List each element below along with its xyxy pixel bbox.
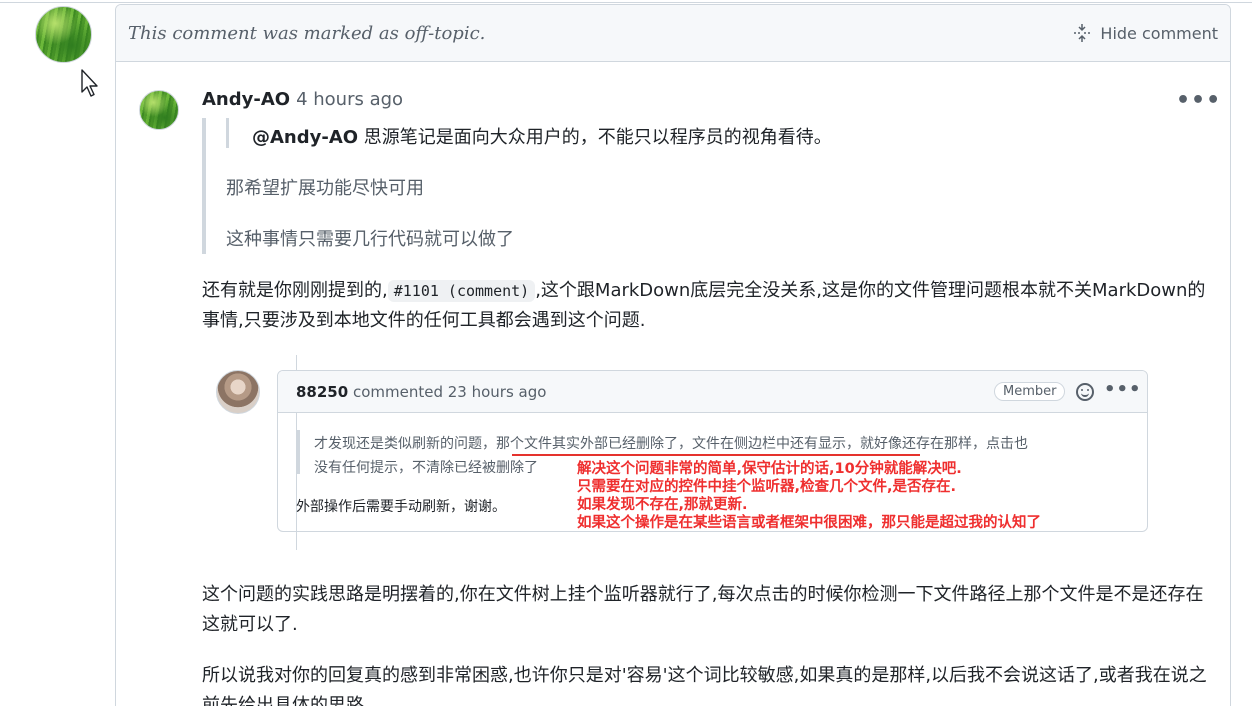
hide-comment-button[interactable]: Hide comment xyxy=(1072,23,1218,43)
member-badge: Member xyxy=(994,382,1066,401)
paragraph-1-start: 还有就是你刚刚提到的, xyxy=(202,280,388,301)
timestamp-link[interactable]: 4 hours ago xyxy=(296,89,403,110)
hide-comment-label: Hide comment xyxy=(1100,23,1218,43)
annotation-line-1: 解决这个问题非常的简单,保守估计的话,10分钟就能解决吧. xyxy=(577,461,962,477)
comment-header: Andy-AO 4 hours ago xyxy=(202,89,403,110)
avatar[interactable] xyxy=(35,6,92,63)
annotation-line-3: 如果发现不存在,那就更新. xyxy=(577,497,748,513)
minimized-comment-header: This comment was marked as off-topic. Hi… xyxy=(116,5,1230,62)
quote-line-2: 那希望扩展功能尽快可用 xyxy=(226,178,424,199)
nested-quote-bar xyxy=(226,118,229,148)
embedded-comment-title: 88250 commented 23 hours ago xyxy=(296,383,546,401)
off-topic-notice: This comment was marked as off-topic. xyxy=(128,22,486,44)
annotation-line-4: 如果这个操作是在某些语言或者框架中很困难，那只能是超过我的认知了 xyxy=(577,515,1041,531)
author-link[interactable]: Andy-AO xyxy=(202,89,290,110)
unfold-icon xyxy=(1074,24,1091,42)
embedded-quote-bar xyxy=(297,430,300,474)
embedded-quote-line-2: 没有任何提示，不清除已经被删除了 xyxy=(314,460,538,476)
red-underline-annotation xyxy=(512,454,920,456)
top-divider xyxy=(0,2,1252,3)
embedded-author: 88250 xyxy=(296,383,349,401)
comment-reference-link[interactable]: #1101 (comment) xyxy=(387,280,536,302)
red-annotation: 解决这个问题非常的简单,保守估计的话,10分钟就能解决吧. 只需要在对应的控件中… xyxy=(577,460,1041,532)
embedded-action: commented 23 hours ago xyxy=(348,383,547,401)
embedded-avatar xyxy=(216,370,260,414)
paragraph-2: 这个问题的实践思路是明摆着的,你在文件树上挂个监听器就行了,每次点击的时候你检测… xyxy=(202,584,1204,635)
embedded-menu-icon: ••• xyxy=(1104,379,1142,400)
quote-line-1: @Andy-AO 思源笔记是面向大众用户的，不能只以程序员的视角看待。 xyxy=(252,123,832,149)
embedded-quote-line-1: 才发现还是类似刷新的问题，那个文件其实外部已经删除了，文件在侧边栏中还有显示，就… xyxy=(314,436,1028,452)
embedded-body: 外部操作后需要手动刷新，谢谢。 xyxy=(296,499,506,515)
embedded-comment-header: 88250 commented 23 hours ago Member ••• xyxy=(278,371,1147,413)
comment-author-avatar[interactable] xyxy=(139,90,179,130)
smile-icon xyxy=(1076,383,1094,401)
quote-line-1-text: 思源笔记是面向大众用户的，不能只以程序员的视角看待。 xyxy=(358,127,832,148)
comment-menu-button[interactable]: ••• xyxy=(1176,88,1221,113)
annotation-line-2: 只需要在对应的控件中挂个监听器,检查几个文件,是否存在. xyxy=(577,479,957,495)
mention-link[interactable]: @Andy-AO xyxy=(252,127,358,148)
paragraph-1: 还有就是你刚刚提到的, #1101 (comment) ,这个跟MarkDown底层… xyxy=(202,276,1212,336)
quote-line-3: 这种事情只需要几行代码就可以做了 xyxy=(226,229,514,250)
mouse-cursor-icon xyxy=(81,69,98,97)
paragraph-3: 所以说我对你的回复真的感到非常困惑,也许你只是对'容易'这个词比较敏感,如果真的… xyxy=(202,665,1207,706)
